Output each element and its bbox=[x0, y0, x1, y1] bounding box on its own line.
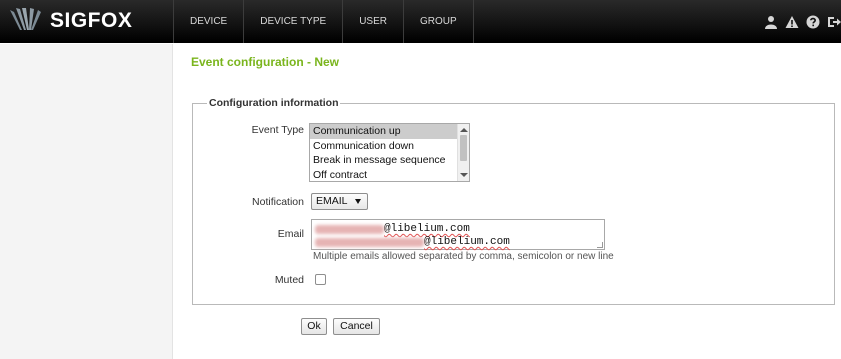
notification-select[interactable]: EMAIL bbox=[311, 193, 368, 210]
event-type-option[interactable]: Communication down bbox=[310, 139, 457, 154]
nav-user[interactable]: USER bbox=[342, 0, 403, 43]
dropdown-caret-icon bbox=[355, 199, 361, 204]
nav-device[interactable]: DEVICE bbox=[173, 0, 243, 43]
fieldset-legend: Configuration information bbox=[209, 97, 339, 109]
main-nav: DEVICE DEVICE TYPE USER GROUP bbox=[173, 0, 474, 43]
email-help-text: Multiple emails allowed separated by com… bbox=[313, 251, 614, 262]
scroll-up-arrow-icon[interactable] bbox=[460, 128, 468, 132]
notification-value: EMAIL bbox=[316, 195, 348, 207]
notification-label: Notification bbox=[252, 196, 304, 208]
sigfox-logo-icon bbox=[10, 8, 41, 30]
top-navigation-bar: SIGFOX DEVICE DEVICE TYPE USER GROUP bbox=[0, 0, 841, 43]
muted-label: Muted bbox=[274, 274, 304, 286]
redacted-text bbox=[315, 225, 384, 234]
nav-group[interactable]: GROUP bbox=[402, 0, 474, 43]
nav-device-type[interactable]: DEVICE TYPE bbox=[243, 0, 342, 43]
sigfox-logo[interactable]: SIGFOX bbox=[8, 5, 132, 37]
help-icon[interactable] bbox=[805, 14, 820, 29]
event-type-label: Event Type bbox=[251, 124, 304, 136]
event-type-option[interactable]: Off contract bbox=[310, 168, 457, 182]
scroll-down-arrow-icon[interactable] bbox=[460, 173, 468, 177]
email-label: Email bbox=[277, 228, 304, 240]
event-type-option[interactable]: Communication up bbox=[310, 124, 457, 139]
event-type-option[interactable]: Break in message sequence bbox=[310, 153, 457, 168]
event-type-listbox[interactable]: Communication up Communication down Brea… bbox=[309, 123, 470, 182]
email-domain: @libelium.com bbox=[384, 223, 470, 235]
scroll-thumb[interactable] bbox=[460, 135, 467, 161]
warning-icon[interactable] bbox=[784, 14, 799, 29]
muted-checkbox[interactable] bbox=[315, 274, 326, 285]
brand-name: SIGFOX bbox=[50, 9, 133, 32]
logout-icon[interactable] bbox=[826, 14, 841, 29]
email-domain: @libelium.com bbox=[424, 236, 510, 248]
ok-button[interactable]: Ok bbox=[301, 318, 327, 335]
email-textarea[interactable]: @libelium.com @libelium.com bbox=[311, 219, 605, 250]
sidebar bbox=[0, 44, 173, 359]
header-icons bbox=[763, 14, 841, 29]
page-title: Event configuration - New bbox=[191, 55, 340, 69]
email-line: @libelium.com bbox=[315, 223, 470, 236]
email-line: @libelium.com bbox=[315, 236, 510, 249]
cancel-button[interactable]: Cancel bbox=[333, 318, 380, 335]
listbox-scrollbar[interactable] bbox=[457, 124, 469, 181]
redacted-text bbox=[315, 238, 424, 247]
resize-handle-icon[interactable] bbox=[597, 242, 603, 248]
user-icon[interactable] bbox=[763, 14, 778, 29]
